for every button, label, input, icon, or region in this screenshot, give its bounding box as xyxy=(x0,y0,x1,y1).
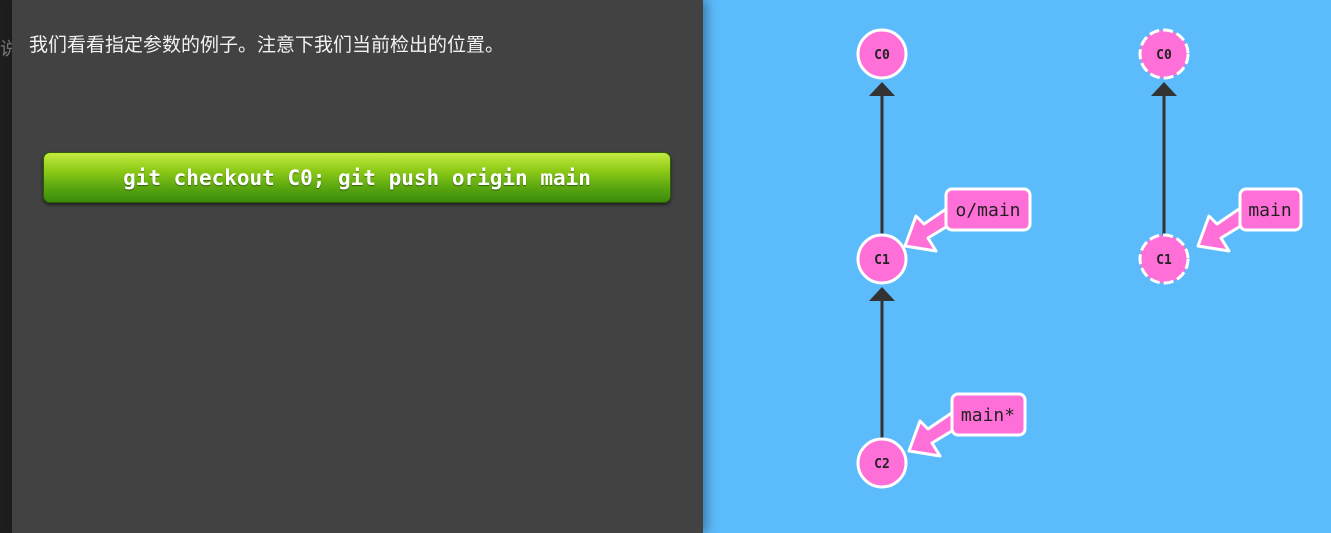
commit-label: C0 xyxy=(1156,48,1172,63)
clipped-text-fragment: 说 xyxy=(0,39,12,60)
remote-branch-main[interactable]: main xyxy=(1196,187,1303,253)
branch-label-main-head: main* xyxy=(961,405,1015,426)
visualization-area: o/main main* main C0 C1 C2 C0 C1 说 我们看看指… xyxy=(0,0,1331,533)
local-commit-c0[interactable]: C0 xyxy=(856,28,908,80)
branch-label-remote-main: main xyxy=(1248,200,1291,221)
local-branch-main-head[interactable]: main* xyxy=(907,392,1027,458)
command-button[interactable]: git checkout C0; git push origin main xyxy=(43,152,671,203)
commit-label: C1 xyxy=(874,253,890,268)
remote-commit-c1[interactable]: C1 xyxy=(1138,233,1190,285)
local-commit-c1[interactable]: C1 xyxy=(856,233,908,285)
branch-label-o-main: o/main xyxy=(955,200,1020,221)
remote-commit-c0[interactable]: C0 xyxy=(1138,28,1190,80)
commit-label: C1 xyxy=(1156,253,1172,268)
remote-edge-c1-c0 xyxy=(1151,82,1177,236)
local-edge-c1-c0 xyxy=(869,82,895,236)
local-commit-c2[interactable]: C2 xyxy=(856,437,908,489)
local-edge-c2-c1 xyxy=(869,287,895,440)
commit-label: C2 xyxy=(874,457,890,472)
window-left-edge: 说 xyxy=(0,0,12,533)
instruction-panel: 我们看看指定参数的例子。注意下我们当前检出的位置。 git checkout C… xyxy=(12,0,703,533)
local-branch-o-main[interactable]: o/main xyxy=(903,187,1032,253)
commit-label: C0 xyxy=(874,48,890,63)
instruction-text: 我们看看指定参数的例子。注意下我们当前检出的位置。 xyxy=(29,34,505,56)
